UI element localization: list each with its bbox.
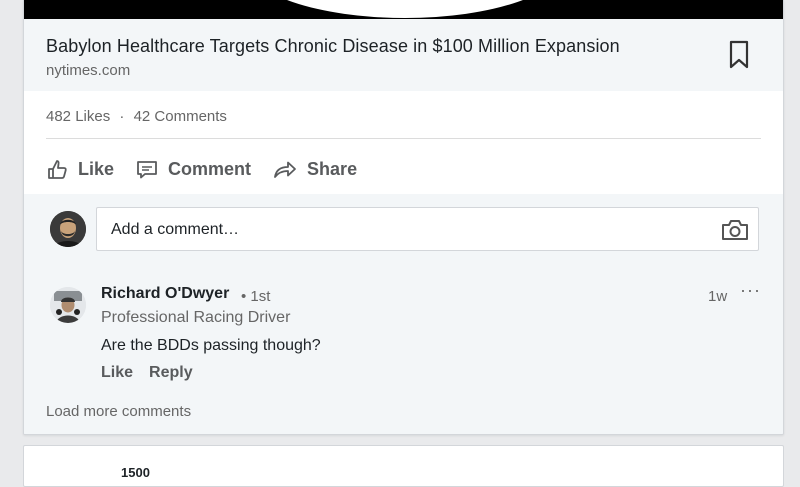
user-portrait-icon bbox=[50, 211, 86, 247]
share-label: Share bbox=[307, 158, 358, 179]
article-image-shape bbox=[246, 0, 564, 18]
load-more-comments-link[interactable]: Load more comments bbox=[46, 403, 191, 420]
commenter-name[interactable]: Richard O'Dwyer bbox=[101, 285, 229, 303]
comment-text: Are the BDDs passing though? bbox=[101, 337, 321, 354]
camera-icon[interactable] bbox=[721, 218, 749, 242]
comment-timestamp: 1w bbox=[708, 288, 728, 305]
thumbs-up-icon bbox=[48, 160, 67, 179]
comment-label: Comment bbox=[168, 158, 252, 179]
feed-post-card: Babylon Healthcare Targets Chronic Disea… bbox=[23, 0, 784, 435]
comment-more-options[interactable]: ··· bbox=[740, 280, 761, 301]
comment-reply-button[interactable]: Reply bbox=[149, 364, 193, 382]
article-title[interactable]: Babylon Healthcare Targets Chronic Disea… bbox=[46, 36, 620, 57]
next-card-text: 1500 bbox=[121, 465, 150, 480]
next-feed-card: 1500 bbox=[23, 445, 784, 487]
comment-button[interactable]: Comment bbox=[136, 158, 251, 180]
counts-separator: · bbox=[119, 108, 125, 125]
connection-degree: • 1st bbox=[241, 288, 271, 305]
divider bbox=[46, 138, 761, 139]
comment-input[interactable] bbox=[109, 218, 713, 242]
article-link-preview[interactable]: Babylon Healthcare Targets Chronic Disea… bbox=[24, 19, 783, 91]
article-image[interactable] bbox=[24, 0, 783, 19]
commenter-avatar[interactable] bbox=[50, 287, 86, 323]
share-arrow-icon bbox=[274, 161, 296, 178]
social-actions-bar: Like Comment Share bbox=[46, 152, 379, 186]
bookmark-icon[interactable] bbox=[728, 40, 750, 70]
like-button[interactable]: Like bbox=[46, 158, 114, 180]
comments-count[interactable]: 42 Comments bbox=[134, 108, 227, 125]
share-button[interactable]: Share bbox=[273, 158, 357, 180]
social-counts: 482 Likes · 42 Comments bbox=[46, 108, 227, 125]
comment-actions: Like Reply bbox=[101, 364, 209, 382]
commenter-portrait-icon bbox=[50, 287, 86, 323]
likes-count[interactable]: 482 Likes bbox=[46, 108, 110, 125]
add-comment-field[interactable] bbox=[96, 207, 759, 251]
comment-icon bbox=[137, 161, 157, 179]
comment-like-button[interactable]: Like bbox=[101, 364, 133, 382]
commenter-headline: Professional Racing Driver bbox=[101, 309, 291, 326]
article-source: nytimes.com bbox=[46, 62, 131, 79]
current-user-avatar[interactable] bbox=[50, 211, 86, 247]
like-label: Like bbox=[78, 158, 115, 179]
comments-section: Richard O'Dwyer • 1st Professional Racin… bbox=[24, 194, 783, 434]
